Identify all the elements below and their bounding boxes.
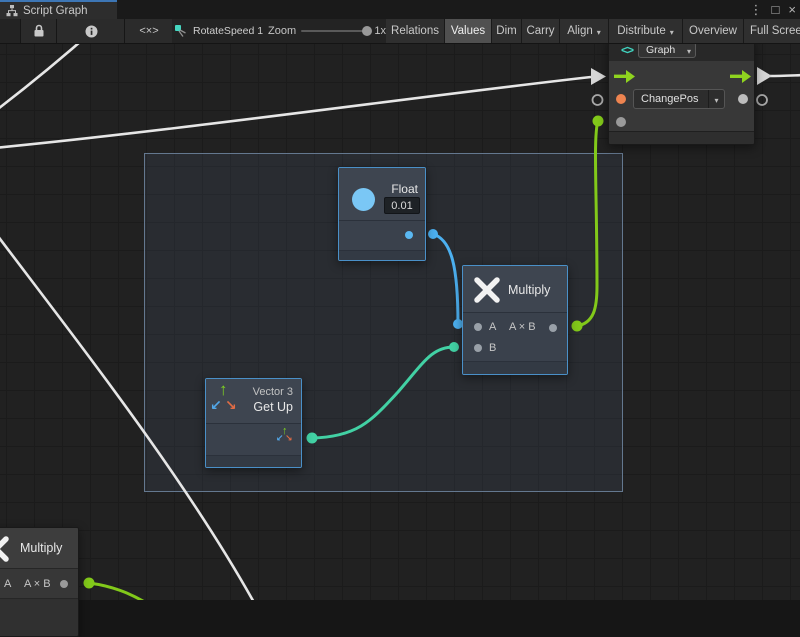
kebab-menu-icon[interactable]: ⋮ (750, 0, 763, 19)
lock-icon (33, 24, 45, 38)
overview-button[interactable]: Overview (683, 19, 744, 43)
multiply-node-2[interactable]: Multiply A A × B (0, 527, 79, 637)
float-node[interactable]: Float (338, 167, 426, 261)
input-b-label: B (489, 341, 496, 355)
graph-reference-label: RotateSpeed 1 (193, 25, 263, 37)
chevron-down-icon: ▾ (597, 28, 601, 37)
vector3-left-arrow-icon: ↙ (210, 398, 222, 412)
graph-brackets-icon: <> (621, 43, 633, 57)
vector3-get-up-node[interactable]: ↑ ↙ ↘ Vector 3 Get Up ↑ ↙ ↘ (205, 378, 302, 468)
tab-title: Script Graph (23, 5, 88, 17)
changepos-dropdown[interactable]: ChangePos ▾ (633, 89, 725, 109)
exec-out-arrow-icon[interactable] (730, 70, 751, 83)
zoom-value: 1x (374, 25, 386, 37)
output-port[interactable] (60, 580, 68, 588)
graph-selector-label: Graph (639, 44, 687, 56)
multiply-x-icon (473, 276, 501, 304)
node-title: Multiply (508, 283, 550, 297)
chevron-down-icon: ▾ (714, 96, 718, 105)
relations-button[interactable]: Relations (386, 19, 445, 43)
input-a-label: A (489, 320, 496, 334)
multiply-x-icon (0, 535, 10, 563)
graph-reference-icon (174, 24, 188, 38)
dim-button[interactable]: Dim (492, 19, 522, 43)
align-button[interactable]: Align▾ (560, 19, 609, 43)
graph-selector-dropdown[interactable]: Graph ▾ (638, 42, 696, 58)
output-label: A × B (24, 577, 51, 591)
target-port[interactable] (616, 94, 626, 104)
graph-toolbar: <×> RotateSpeed 1 Zoom 1x Relations Valu… (0, 19, 800, 44)
edit-graph-button[interactable]: <×> (124, 19, 174, 43)
node-title: Float (391, 182, 418, 196)
node-subtitle: Get Up (253, 400, 293, 414)
node-footer (463, 361, 567, 374)
distribute-button[interactable]: Distribute▾ (609, 19, 683, 43)
node-footer (609, 131, 754, 144)
chevron-down-icon: ▾ (687, 47, 695, 56)
input-a-label: A (4, 577, 11, 591)
output-port[interactable] (549, 324, 557, 332)
zoom-slider[interactable] (301, 30, 367, 32)
float-out-port[interactable] (405, 231, 413, 239)
window-tab-bar: Script Graph ⋮ □ × (0, 0, 800, 19)
node-footer (206, 455, 301, 467)
inspect-button[interactable] (56, 19, 126, 43)
vector3-up-arrow-icon: ↑ (219, 381, 228, 398)
close-icon[interactable]: × (788, 0, 796, 19)
changepos-label: ChangePos (634, 93, 708, 105)
value-out-port[interactable] (738, 94, 748, 104)
input-a-port[interactable] (474, 323, 482, 331)
script-graph-icon (6, 5, 18, 17)
zoom-label: Zoom (268, 25, 296, 37)
input-b-port[interactable] (474, 344, 482, 352)
tab-script-graph[interactable]: Script Graph (0, 0, 117, 19)
code-icon: <×> (139, 25, 158, 37)
node-footer (339, 250, 425, 260)
node-title: Vector 3 (253, 386, 293, 398)
zoom-slider-handle[interactable] (362, 26, 372, 36)
lock-button[interactable] (20, 19, 58, 43)
carry-button[interactable]: Carry (522, 19, 560, 43)
vector3-out-port-icon[interactable]: ↑ ↙ ↘ (276, 426, 294, 444)
maximize-icon[interactable]: □ (772, 0, 780, 19)
toolbar-button-group: Relations Values Dim Carry Align▾ Distri… (386, 19, 800, 43)
output-label: A × B (509, 320, 536, 334)
float-circle-icon (352, 188, 375, 211)
graph-unit-node[interactable]: <> Graph ▾ ChangePos ▾ (608, 38, 755, 145)
node-footer (0, 598, 78, 637)
zoom-control: Zoom 1x (268, 19, 386, 43)
values-button[interactable]: Values (445, 19, 492, 43)
value-in-port[interactable] (616, 117, 626, 127)
multiply-node[interactable]: Multiply A A × B B (462, 265, 568, 375)
exec-in-arrow-icon[interactable] (614, 70, 635, 83)
float-value-field[interactable] (384, 197, 420, 214)
graph-reference-breadcrumb[interactable]: RotateSpeed 1 (172, 19, 270, 43)
chevron-down-icon: ▾ (670, 28, 674, 37)
vector3-right-arrow-icon: ↘ (225, 398, 237, 412)
full-screen-button[interactable]: Full Screen (744, 19, 800, 43)
node-title: Multiply (20, 541, 62, 555)
info-icon (85, 25, 98, 38)
